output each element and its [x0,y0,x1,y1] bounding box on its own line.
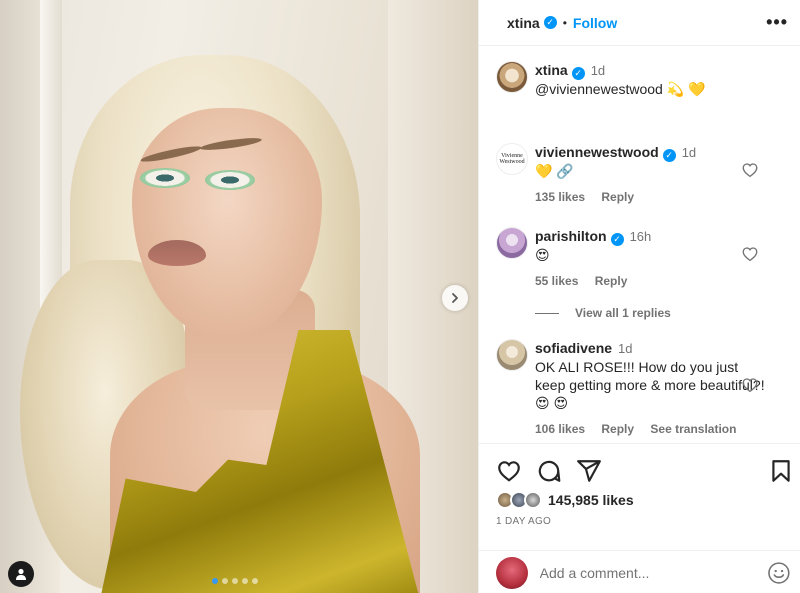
replies-divider [535,312,559,314]
photo-lips [148,240,206,266]
post-sidebar: xtina ✓ • Follow ••• xtina ✓ 1d @viviennew… [478,0,800,593]
avatar[interactable] [496,227,528,259]
carousel-dot [222,578,228,584]
photo-eye-right [205,170,255,190]
see-translation-button[interactable]: See translation [650,422,736,436]
tagged-users-button[interactable] [8,561,34,587]
like-comment-heart-icon[interactable] [741,376,759,394]
post-media[interactable] [0,0,478,593]
carousel-dot [242,578,248,584]
liker-avatar [524,491,542,509]
comment-meta: 135 likes Reply [535,188,765,206]
carousel-dot [252,578,258,584]
likes-count[interactable]: 145,985 likes [548,492,634,508]
header-separator: • [562,15,567,30]
comment-likes[interactable]: 135 likes [535,190,585,204]
comment-username[interactable]: viviennewestwood [535,144,659,160]
chevron-right-icon [452,293,458,303]
post-modal: xtina ✓ • Follow ••• xtina ✓ 1d @viviennew… [0,0,800,593]
current-user-avatar [496,556,528,589]
verified-badge-icon: ✓ [543,16,557,29]
comment-time: 16h [629,229,652,244]
comment-meta: 55 likes Reply [535,272,765,290]
emoji-icon[interactable] [767,561,791,585]
like-comment-heart-icon[interactable] [741,245,759,263]
author-username[interactable]: xtina [507,15,540,31]
comment-input[interactable] [539,564,768,581]
comment-time: 1d [618,341,633,356]
comment-likes[interactable]: 106 likes [535,422,585,436]
view-replies-label: View all 1 replies [575,306,671,320]
comment-text: 💛 🔗 [535,163,574,179]
comment-text: OK ALI ROSE!!! How do you just keep gett… [535,359,765,411]
carousel-dot [232,578,238,584]
action-bar [496,458,796,484]
more-options-icon[interactable]: ••• [766,12,788,33]
comment-username[interactable]: parishilton [535,228,607,244]
reply-button[interactable]: Reply [595,274,628,288]
reply-button[interactable]: Reply [601,190,634,204]
photo-eye-left [140,168,190,188]
comment-text: 😍 [535,247,550,263]
caption-username[interactable]: xtina [535,62,568,78]
post-actions: 145,985 likes 1 DAY AGO [479,443,800,593]
avatar[interactable] [496,339,528,371]
heart-icon[interactable] [496,458,522,484]
post-header: xtina ✓ • Follow ••• [479,0,800,46]
view-replies-button[interactable]: View all 1 replies [535,306,671,320]
share-icon[interactable] [576,458,602,484]
verified-badge-icon: ✓ [662,148,676,162]
caption-time: 1d [590,63,606,78]
caption-text: @viviennewestwood 💫 💛 [535,81,706,97]
verified-badge-icon: ✓ [571,66,585,80]
comment-composer [479,550,800,593]
follow-button[interactable]: Follow [573,15,617,31]
next-slide-button[interactable] [442,285,468,311]
avatar[interactable]: Vivienne Westwood [496,143,528,175]
like-comment-heart-icon[interactable] [741,161,759,179]
comment-meta: 106 likes Reply See translation [535,420,765,438]
likes-summary[interactable]: 145,985 likes [496,491,634,509]
avatar[interactable] [496,61,528,93]
carousel-dots [212,578,258,584]
carousel-dot [212,578,218,584]
comment-time: 1d [681,145,697,160]
reply-button[interactable]: Reply [601,422,634,436]
comment-likes[interactable]: 55 likes [535,274,578,288]
tag-user-icon [16,568,26,580]
post-date[interactable]: 1 DAY AGO [496,516,551,527]
comment-icon[interactable] [536,458,562,484]
comment-username[interactable]: sofiadivene [535,340,612,356]
bookmark-icon[interactable] [768,458,794,484]
vivienne-westwood-logo: Vivienne Westwood [499,153,525,165]
verified-badge-icon: ✓ [610,232,624,246]
comments-list[interactable]: xtina ✓ 1d @viviennewestwood 💫 💛 Vivienne … [479,47,800,443]
